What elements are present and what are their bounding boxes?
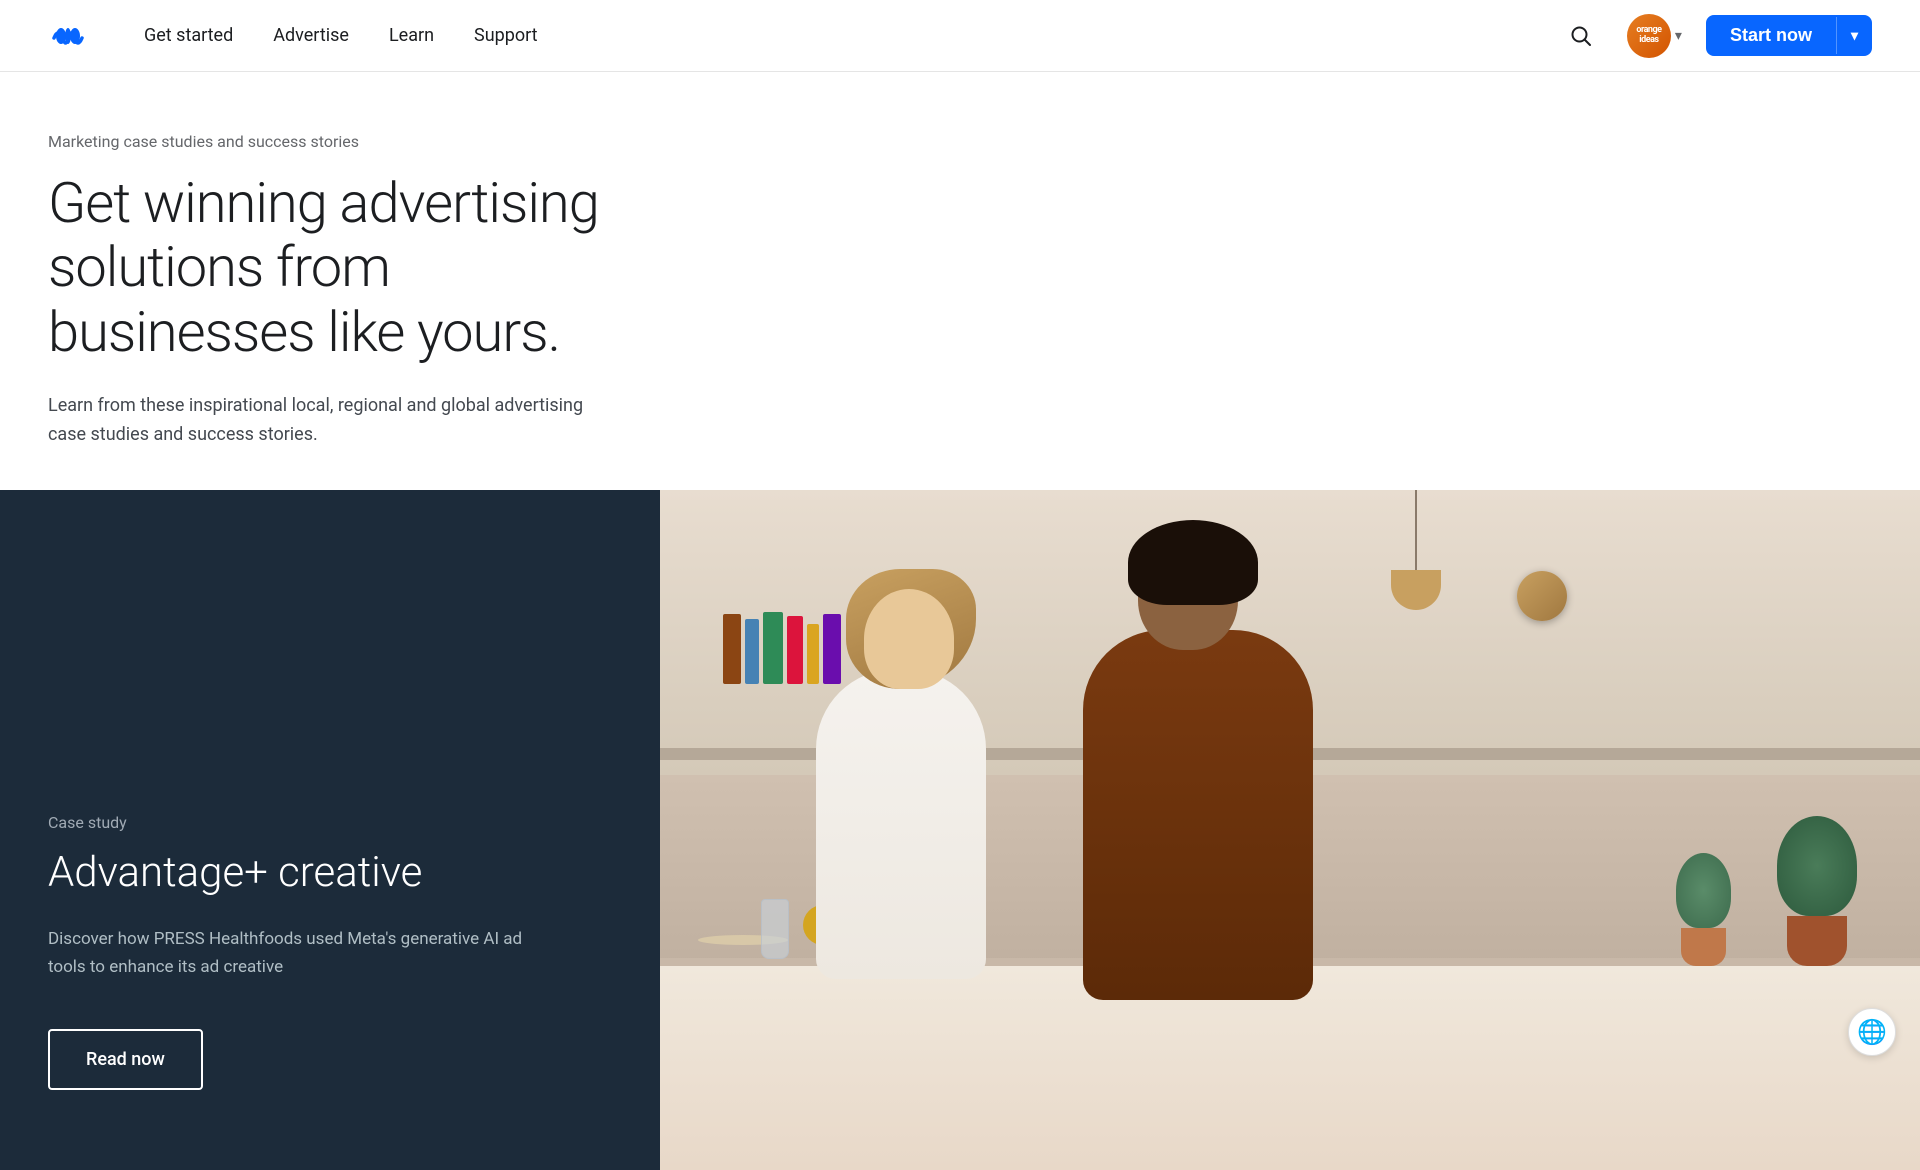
glass bbox=[761, 899, 789, 959]
case-study-description: Discover how PRESS Healthfoods used Meta… bbox=[48, 926, 528, 980]
avatar: orangeideas bbox=[1627, 14, 1671, 58]
person-man bbox=[1063, 520, 1363, 1000]
plant-decoration bbox=[1777, 816, 1857, 966]
start-now-button[interactable]: Start now ▾ bbox=[1706, 15, 1872, 56]
case-study-panel: Case study Advantage+ creative Discover … bbox=[0, 490, 660, 1170]
nav-advertise[interactable]: Advertise bbox=[257, 17, 365, 54]
nav-get-started[interactable]: Get started bbox=[128, 17, 249, 54]
hero-breadcrumb: Marketing case studies and success stori… bbox=[48, 132, 612, 151]
hero-subtitle: Learn from these inspirational local, re… bbox=[48, 392, 612, 450]
case-study-label: Case study bbox=[48, 813, 612, 832]
language-button[interactable]: 🌐 bbox=[1848, 1008, 1896, 1056]
globe-icon: 🌐 bbox=[1857, 1018, 1887, 1047]
start-now-label: Start now bbox=[1706, 15, 1836, 56]
meta-logo[interactable] bbox=[48, 16, 88, 56]
meta-logo-icon bbox=[48, 16, 88, 56]
search-button[interactable] bbox=[1559, 14, 1603, 58]
read-now-button[interactable]: Read now bbox=[48, 1029, 203, 1090]
search-icon bbox=[1570, 25, 1592, 47]
hero-section: Marketing case studies and success stori… bbox=[0, 72, 660, 490]
main-content: Case study Advantage+ creative Discover … bbox=[0, 490, 1920, 1170]
nav-links: Get started Advertise Learn Support bbox=[128, 17, 554, 54]
case-study-title: Advantage+ creative bbox=[48, 848, 612, 898]
navbar-left: Get started Advertise Learn Support bbox=[48, 16, 554, 56]
user-account-menu[interactable]: orangeideas ▾ bbox=[1619, 10, 1690, 62]
start-now-chevron-icon: ▾ bbox=[1836, 17, 1872, 54]
navbar-right: orangeideas ▾ Start now ▾ bbox=[1559, 10, 1872, 62]
hero-image-panel bbox=[660, 490, 1920, 1170]
hero-title: Get winning advertising solutions from b… bbox=[48, 171, 612, 364]
nav-support[interactable]: Support bbox=[458, 17, 554, 54]
plant-small bbox=[1676, 853, 1731, 966]
person-woman bbox=[786, 559, 1036, 979]
navbar: Get started Advertise Learn Support oran… bbox=[0, 0, 1920, 72]
kitchen-scene bbox=[660, 490, 1920, 1170]
chevron-down-icon: ▾ bbox=[1675, 28, 1682, 44]
nav-learn[interactable]: Learn bbox=[373, 17, 450, 54]
pendant-lamp bbox=[1391, 490, 1441, 610]
